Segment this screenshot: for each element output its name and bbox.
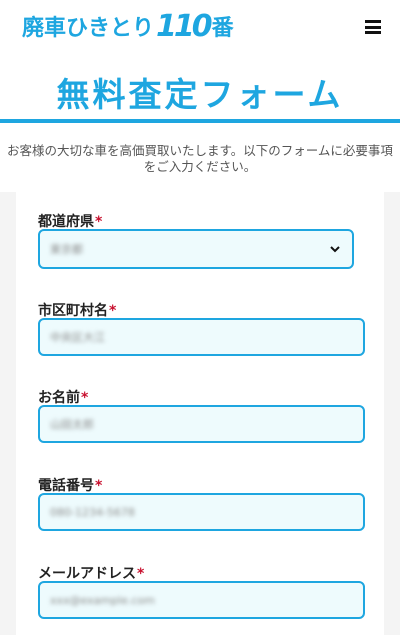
required-mark: * (95, 478, 103, 494)
city-value: 中央区大江 (50, 331, 105, 344)
email-value: xxx@example.com (50, 593, 155, 607)
hamburger-menu-icon[interactable] (365, 20, 381, 34)
email-field[interactable]: xxx@example.com (38, 581, 365, 619)
required-mark: * (137, 566, 145, 582)
city-label: 市区町村名* (38, 303, 117, 319)
prefecture-value: 東京都 (50, 243, 83, 256)
name-field[interactable]: 山田太郎 (38, 405, 365, 443)
prefecture-select[interactable]: 東京都 (38, 229, 354, 269)
email-label: メールアドレス* (38, 566, 145, 582)
intro-text: お客様の大切な車を高価買取いたします。以下のフォームに必要事項をご入力ください。 (7, 143, 393, 174)
logo-suffix: 番 (211, 16, 234, 41)
page-title: 無料査定フォーム (56, 75, 344, 114)
site-header: 廃車ひきとり 110 番 (0, 0, 400, 60)
phone-field[interactable]: 080-1234-5678 (38, 493, 365, 531)
phone-value: 080-1234-5678 (50, 505, 135, 519)
chevron-down-icon (330, 246, 340, 253)
name-value: 山田太郎 (50, 418, 94, 431)
title-underline (0, 119, 400, 123)
name-label: お名前* (38, 390, 89, 406)
city-field[interactable]: 中央区大江 (38, 318, 365, 356)
logo-number: 110 (156, 8, 213, 44)
required-mark: * (109, 303, 117, 319)
required-mark: * (95, 214, 103, 230)
required-mark: * (81, 390, 89, 406)
logo-text: 廃車ひきとり (22, 16, 155, 41)
phone-label: 電話番号* (38, 478, 103, 494)
site-logo[interactable]: 廃車ひきとり 110 番 (22, 8, 234, 44)
prefecture-label: 都道府県* (38, 214, 103, 230)
